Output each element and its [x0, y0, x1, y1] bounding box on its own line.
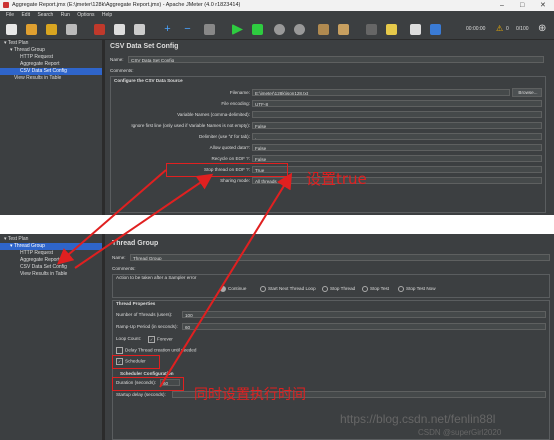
arrow-duration-to-stop-thread — [159, 172, 293, 388]
watermark-credit: CSDN @superGirl2020 — [418, 428, 502, 437]
watermark-url: https://blog.csdn.net/fenlin88l — [340, 412, 496, 426]
annotation-arrows — [56, 169, 293, 388]
